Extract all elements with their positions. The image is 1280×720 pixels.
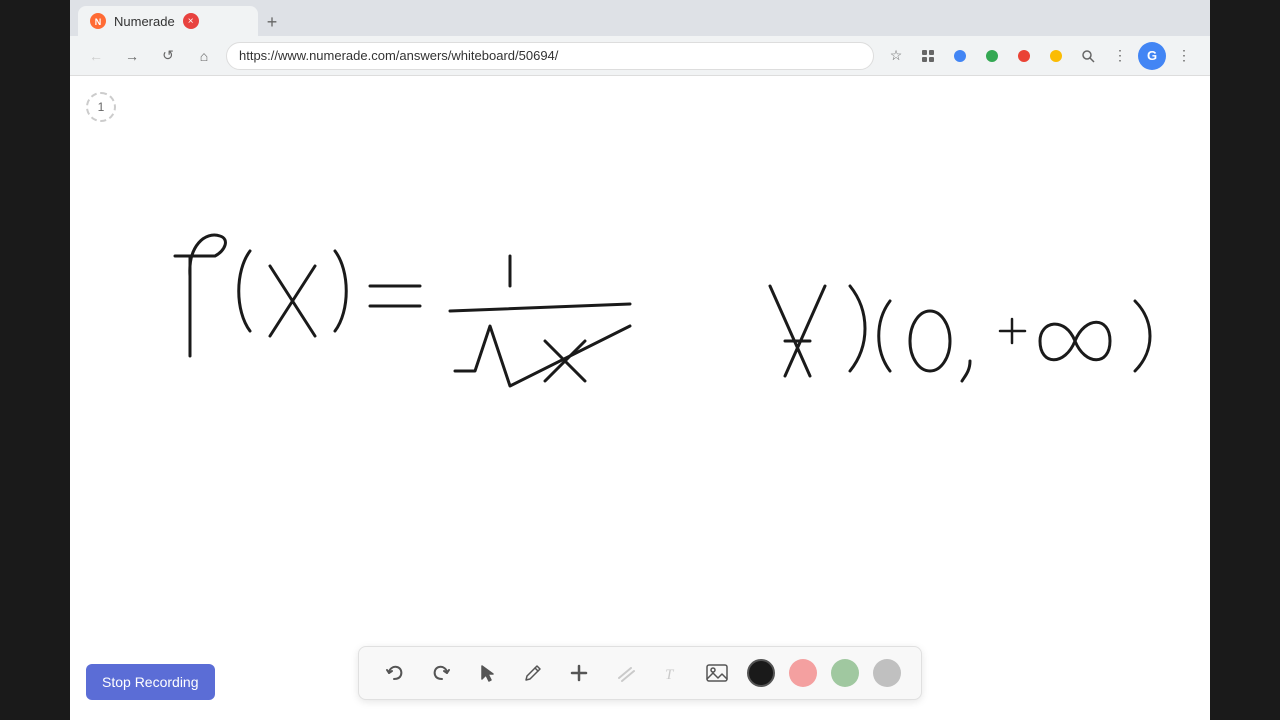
extensions-button[interactable] [914,42,942,70]
refresh-icon: ↺ [162,47,174,64]
bottom-toolbar: T [358,646,922,700]
search-button[interactable] [1074,42,1102,70]
home-icon: ⌂ [200,48,208,64]
color-pink[interactable] [789,659,817,687]
bookmark-button[interactable]: ☆ [882,42,910,70]
math-whiteboard-svg [130,156,1210,556]
tab-favicon: N [90,13,106,29]
forward-icon: → [125,48,139,64]
new-tab-button[interactable]: + [258,8,286,36]
tab-close-button[interactable]: × [183,13,199,29]
stop-recording-button[interactable]: Stop Recording [86,664,215,700]
back-icon: ← [89,48,103,64]
browser-actions: ☆ [882,42,1198,70]
add-button[interactable] [563,657,595,689]
home-button[interactable]: ⌂ [190,42,218,70]
forward-button[interactable]: → [118,42,146,70]
menu-button[interactable]: ⋮ [1106,42,1134,70]
tab-bar: N Numerade × + [70,0,1210,36]
undo-button[interactable] [379,657,411,689]
address-bar: ← → ↺ ⌂ https://www.numerade.com/answers… [70,36,1210,76]
redo-button[interactable] [425,657,457,689]
refresh-button[interactable]: ↺ [154,42,182,70]
ext2-button[interactable] [978,42,1006,70]
more-button[interactable]: ⋮ [1170,42,1198,70]
page-number: 1 [98,100,105,114]
active-tab[interactable]: N Numerade × [78,6,258,36]
text-tool-button[interactable]: T [655,657,687,689]
ext4-button[interactable] [1042,42,1070,70]
url-input[interactable]: https://www.numerade.com/answers/whitebo… [226,42,874,70]
profile-button[interactable]: G [1138,42,1166,70]
image-insert-button[interactable] [701,657,733,689]
color-green[interactable] [831,659,859,687]
page-badge: 1 [86,92,116,122]
pen-tool-button[interactable] [517,657,549,689]
url-text: https://www.numerade.com/answers/whitebo… [239,48,558,63]
eraser-button[interactable] [609,657,641,689]
back-button[interactable]: ← [82,42,110,70]
svg-text:N: N [95,17,102,27]
stop-recording-label: Stop Recording [102,674,199,690]
ext1-button[interactable] [946,42,974,70]
color-gray[interactable] [873,659,901,687]
select-tool-button[interactable] [471,657,503,689]
color-black[interactable] [747,659,775,687]
tab-title: Numerade [114,14,175,29]
content-area: 1 [70,76,1210,720]
svg-text:T: T [665,667,675,683]
ext3-button[interactable] [1010,42,1038,70]
